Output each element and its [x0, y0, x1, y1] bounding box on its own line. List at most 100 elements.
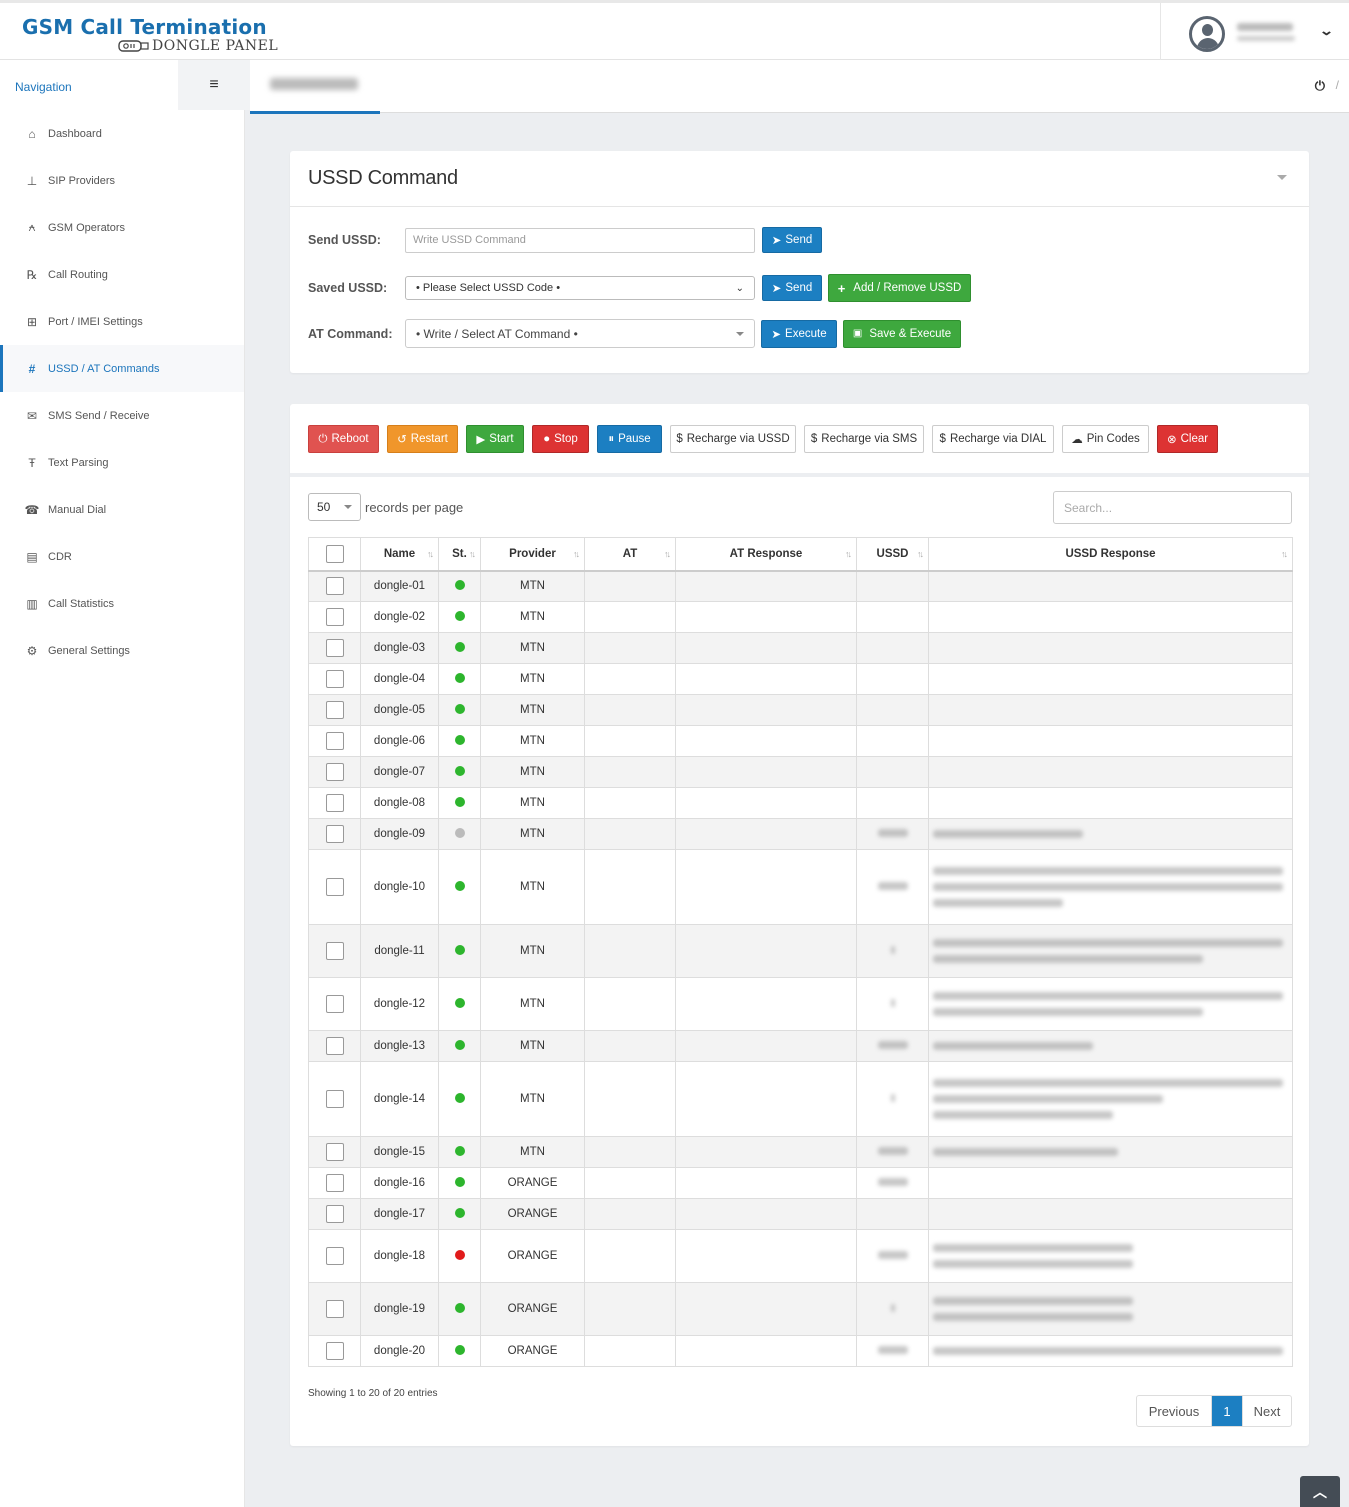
table-row[interactable]: dongle-10 MTN: [308, 849, 1293, 925]
sidebar-item-cdr[interactable]: ▤ CDR: [0, 533, 244, 580]
row-checkbox[interactable]: [325, 825, 344, 843]
start-button[interactable]: ▶ Start: [466, 425, 524, 453]
column-header-status[interactable]: St. ↑↓: [438, 537, 481, 572]
collapse-caret-icon[interactable]: [1277, 175, 1287, 180]
row-select-cell: [308, 818, 361, 850]
search-input[interactable]: Search...: [1053, 491, 1292, 524]
row-select-cell: [308, 632, 361, 664]
sidebar-item-call-routing[interactable]: ℞ Call Routing: [0, 251, 244, 298]
table-row[interactable]: dongle-08 MTN: [308, 787, 1293, 819]
row-checkbox[interactable]: [325, 995, 344, 1013]
sidebar-item-general-settings[interactable]: ⚙ General Settings: [0, 627, 244, 674]
previous-page-button[interactable]: Previous: [1137, 1396, 1212, 1426]
saved-ussd-select[interactable]: • Please Select USSD Code • ⌄: [405, 276, 755, 300]
page-title-redacted[interactable]: [270, 78, 358, 90]
sidebar-item-dashboard[interactable]: ⌂ Dashboard: [0, 110, 244, 157]
row-checkbox[interactable]: [325, 763, 344, 781]
row-checkbox[interactable]: [325, 1300, 344, 1318]
add-remove-ussd-button[interactable]: + Add / Remove USSD: [828, 274, 971, 302]
at-command-select[interactable]: • Write / Select AT Command •: [405, 319, 755, 348]
send-ussd-button[interactable]: ➤ Send: [762, 227, 822, 253]
table-row[interactable]: dongle-02 MTN: [308, 601, 1293, 633]
row-checkbox[interactable]: [325, 701, 344, 719]
table-row[interactable]: dongle-20 ORANGE: [308, 1335, 1293, 1367]
send-saved-ussd-button[interactable]: ➤ Send: [762, 275, 822, 301]
row-checkbox[interactable]: [325, 732, 344, 750]
stop-button[interactable]: ● Stop: [532, 425, 589, 453]
chevron-down-icon[interactable]: ⌄: [1319, 23, 1334, 39]
table-row[interactable]: dongle-01 MTN: [308, 570, 1293, 602]
sidebar-item-port-imei-settings[interactable]: ⊞ Port / IMEI Settings: [0, 298, 244, 345]
reboot-label: Reboot: [331, 433, 369, 445]
table-row[interactable]: dongle-18 ORANGE: [308, 1229, 1293, 1283]
table-row[interactable]: dongle-04 MTN: [308, 663, 1293, 695]
table-row[interactable]: dongle-11 MTN: [308, 924, 1293, 978]
save-execute-button[interactable]: ▣ Save & Execute: [843, 319, 961, 348]
recharge-sms-button[interactable]: $ Recharge via SMS: [804, 425, 924, 453]
execute-button[interactable]: ➤ Execute: [761, 319, 837, 348]
row-checkbox[interactable]: [325, 942, 344, 960]
sidebar-item-text-parsing[interactable]: Ŧ Text Parsing: [0, 439, 244, 486]
sidebar-item-call-statistics[interactable]: ▥ Call Statistics: [0, 580, 244, 627]
sidebar-item-sms-send-receive[interactable]: ✉ SMS Send / Receive: [0, 392, 244, 439]
table-row[interactable]: dongle-03 MTN: [308, 632, 1293, 664]
column-header-ussd-response[interactable]: USSD Response ↑↓: [928, 537, 1293, 572]
row-checkbox[interactable]: [325, 1143, 344, 1161]
table-row[interactable]: dongle-13 MTN: [308, 1030, 1293, 1062]
column-header-name[interactable]: Name ↑↓: [360, 537, 439, 572]
paper-plane-icon: ➤: [771, 328, 782, 341]
row-checkbox[interactable]: [325, 608, 344, 626]
sidebar-item-manual-dial[interactable]: ☎ Manual Dial: [0, 486, 244, 533]
column-header-ussd[interactable]: USSD ↑↓: [856, 537, 929, 572]
logo[interactable]: GSM Call Termination DONGLE PANEL: [22, 15, 278, 54]
page-length-select[interactable]: 50: [308, 493, 361, 521]
restart-button[interactable]: ↺ Restart: [387, 425, 458, 453]
row-checkbox[interactable]: [325, 1090, 344, 1108]
menu-toggle-icon[interactable]: ≡: [178, 60, 250, 110]
panel-title: USSD Command: [308, 167, 458, 189]
table-row[interactable]: dongle-07 MTN: [308, 756, 1293, 788]
sidebar: Navigation ≡ ⌂ Dashboard ⊥ SIP Providers ⍲ GS…: [0, 60, 250, 1507]
reboot-button[interactable]: ⏻ Reboot: [308, 425, 379, 453]
column-header-at-response[interactable]: AT Response ↑↓: [675, 537, 857, 572]
back-to-top-icon[interactable]: ︿: [1300, 1476, 1340, 1507]
row-checkbox[interactable]: [325, 1205, 344, 1223]
table-row[interactable]: dongle-14 MTN: [308, 1061, 1293, 1137]
column-header-at[interactable]: AT ↑↓: [584, 537, 676, 572]
table-row[interactable]: dongle-12 MTN: [308, 977, 1293, 1031]
column-header-provider[interactable]: Provider ↑↓: [480, 537, 585, 572]
table-row[interactable]: dongle-06 MTN: [308, 725, 1293, 757]
row-checkbox[interactable]: [325, 1174, 344, 1192]
row-checkbox[interactable]: [325, 1247, 344, 1265]
sidebar-item-ussd-at-commands[interactable]: # USSD / AT Commands: [0, 345, 244, 392]
sidebar-item-label: SIP Providers: [48, 174, 116, 187]
pause-button[interactable]: ⏸ Pause: [597, 425, 662, 453]
page-1-button[interactable]: 1: [1212, 1396, 1242, 1426]
row-checkbox[interactable]: [325, 1342, 344, 1360]
user-menu[interactable]: ⌄: [1160, 3, 1349, 60]
recharge-ussd-button[interactable]: $ Recharge via USSD: [670, 425, 796, 453]
clear-button[interactable]: ⊗ Clear: [1157, 425, 1218, 453]
next-page-button[interactable]: Next: [1242, 1396, 1291, 1426]
row-checkbox[interactable]: [325, 670, 344, 688]
select-all-checkbox[interactable]: [325, 544, 344, 563]
table-row[interactable]: dongle-16 ORANGE: [308, 1167, 1293, 1199]
table-row[interactable]: dongle-09 MTN: [308, 818, 1293, 850]
row-checkbox[interactable]: [325, 1037, 344, 1055]
table-row[interactable]: dongle-05 MTN: [308, 694, 1293, 726]
table-row[interactable]: dongle-15 MTN: [308, 1136, 1293, 1168]
pin-codes-button[interactable]: ☁ Pin Codes: [1062, 425, 1149, 453]
row-checkbox[interactable]: [325, 639, 344, 657]
sidebar-item-gsm-operators[interactable]: ⍲ GSM Operators: [0, 204, 244, 251]
saved-ussd-label: Saved USSD:: [308, 281, 388, 295]
table-row[interactable]: dongle-19 ORANGE: [308, 1282, 1293, 1336]
ussd-command-input[interactable]: Write USSD Command: [405, 227, 755, 253]
power-icon[interactable]: ⏻: [1315, 78, 1325, 94]
row-checkbox[interactable]: [325, 577, 344, 596]
sidebar-item-sip-providers[interactable]: ⊥ SIP Providers: [0, 157, 244, 204]
row-checkbox[interactable]: [325, 794, 344, 812]
row-checkbox[interactable]: [325, 878, 344, 896]
recharge-dial-button[interactable]: $ Recharge via DIAL: [932, 425, 1054, 453]
table-row[interactable]: dongle-17 ORANGE: [308, 1198, 1293, 1230]
avatar[interactable]: [1189, 16, 1225, 52]
